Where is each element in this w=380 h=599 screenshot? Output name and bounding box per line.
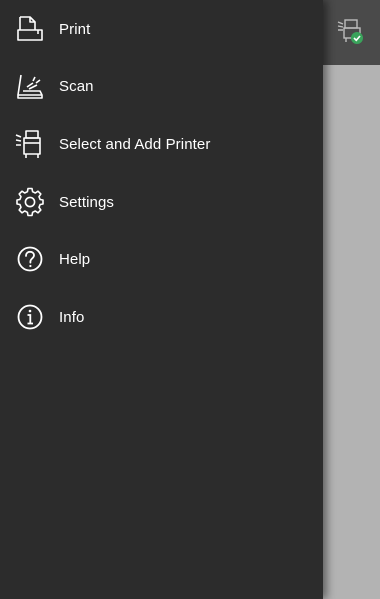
- info-icon: [15, 302, 45, 332]
- drawer-item-label: Help: [59, 250, 91, 268]
- printer-status-button[interactable]: [334, 16, 366, 48]
- drawer-item-label: Scan: [59, 77, 94, 95]
- drawer-item-help[interactable]: Help: [0, 233, 323, 285]
- app-screen: Print Scan Select and Add Printer Settin…: [0, 0, 380, 599]
- printer-icon: [15, 129, 45, 159]
- gear-icon: [15, 187, 45, 217]
- drawer-item-select-add-printer[interactable]: Select and Add Printer: [0, 118, 323, 170]
- drawer-item-settings[interactable]: Settings: [0, 176, 323, 228]
- drawer-item-scan[interactable]: Scan: [0, 60, 323, 112]
- drawer-item-label: Select and Add Printer: [59, 135, 211, 153]
- help-icon: [15, 244, 45, 274]
- print-icon: [15, 14, 45, 44]
- scan-icon: [15, 71, 45, 101]
- navigation-drawer: Print Scan Select and Add Printer Settin…: [0, 0, 323, 599]
- printer-connected-icon: [337, 19, 363, 44]
- drawer-item-label: Info: [59, 308, 85, 326]
- drawer-item-print[interactable]: Print: [0, 3, 323, 55]
- drawer-item-label: Print: [59, 20, 91, 38]
- drawer-item-info[interactable]: Info: [0, 291, 323, 343]
- drawer-item-label: Settings: [59, 193, 114, 211]
